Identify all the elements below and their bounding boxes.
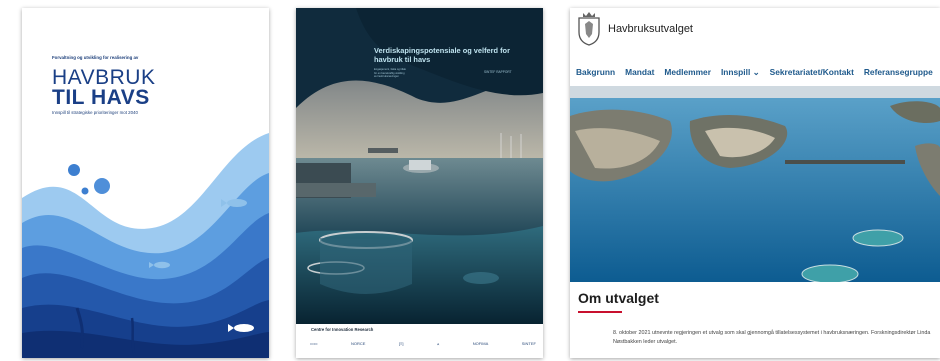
- report-subtitle: Engasjement, fakta og tiltak for en bære…: [374, 68, 474, 79]
- partner-logo-4: ⩓: [436, 340, 440, 346]
- site-title[interactable]: Havbruksutvalget: [608, 23, 693, 35]
- page-title: Om utvalget: [578, 290, 659, 306]
- wave-illustration: [22, 133, 269, 358]
- main-navigation: Bakgrunn Mandat Medlemmer Innspill ⌄ Sek…: [576, 67, 933, 81]
- havbruksutvalget-webpage[interactable]: Havbruksutvalget Bakgrunn Mandat Medlemm…: [570, 8, 940, 358]
- intro-paragraph: 8. oktober 2021 utnevnte regjeringen et …: [613, 330, 931, 345]
- nav-item-sekretariatet[interactable]: Sekretariatet/Kontakt: [770, 67, 854, 81]
- nav-item-medlemmer[interactable]: Medlemmer: [664, 67, 711, 81]
- partner-logo-3: [≡]: [398, 340, 404, 346]
- partner-logo-1: ▭▭: [310, 340, 318, 346]
- report-tag: SINTEF RAPPORT: [484, 70, 512, 74]
- sponsor-heading: Centre for Innovation Research: [311, 327, 374, 332]
- nav-item-bakgrunn[interactable]: Bakgrunn: [576, 67, 615, 81]
- nav-item-mandat[interactable]: Mandat: [625, 67, 654, 81]
- report-subtitle-line: av havbruksnæringen: [374, 75, 399, 79]
- hero-image: [570, 86, 940, 282]
- nofima-logo: NOFIMA: [472, 340, 489, 346]
- report-cover-verdiskapingspotensiale[interactable]: Verdiskapingspotensiale og velferd for h…: [296, 8, 543, 358]
- nav-item-innspill[interactable]: Innspill ⌄: [721, 67, 760, 81]
- report-cover-havbruk-til-havs[interactable]: Forvaltning og utvikling for realisering…: [22, 8, 269, 358]
- title-underline: [578, 311, 622, 313]
- bubble: [68, 164, 80, 176]
- sintef-logo: SINTEF: [521, 340, 536, 346]
- bubble: [81, 187, 89, 195]
- bubble: [94, 178, 110, 194]
- cover-tagline: Innspill til strategiske prioriteringer …: [52, 110, 138, 115]
- sponsor-footer: Centre for Innovation Research ▭▭ NORCE …: [296, 324, 543, 358]
- report-title: Verdiskapingspotensiale og velferd for h…: [374, 46, 510, 64]
- coat-of-arms-icon: [578, 12, 600, 46]
- norce-logo: NORCE: [351, 340, 366, 346]
- sponsor-logos: ▭▭ NORCE [≡] ⩓ NOFIMA SINTEF: [310, 337, 536, 349]
- cover-subtitle: Forvaltning og utvikling for realisering…: [52, 55, 139, 60]
- cover-title-line-2: TIL HAVS: [52, 86, 150, 109]
- nav-item-referansegruppe[interactable]: Referansegruppe: [864, 67, 933, 81]
